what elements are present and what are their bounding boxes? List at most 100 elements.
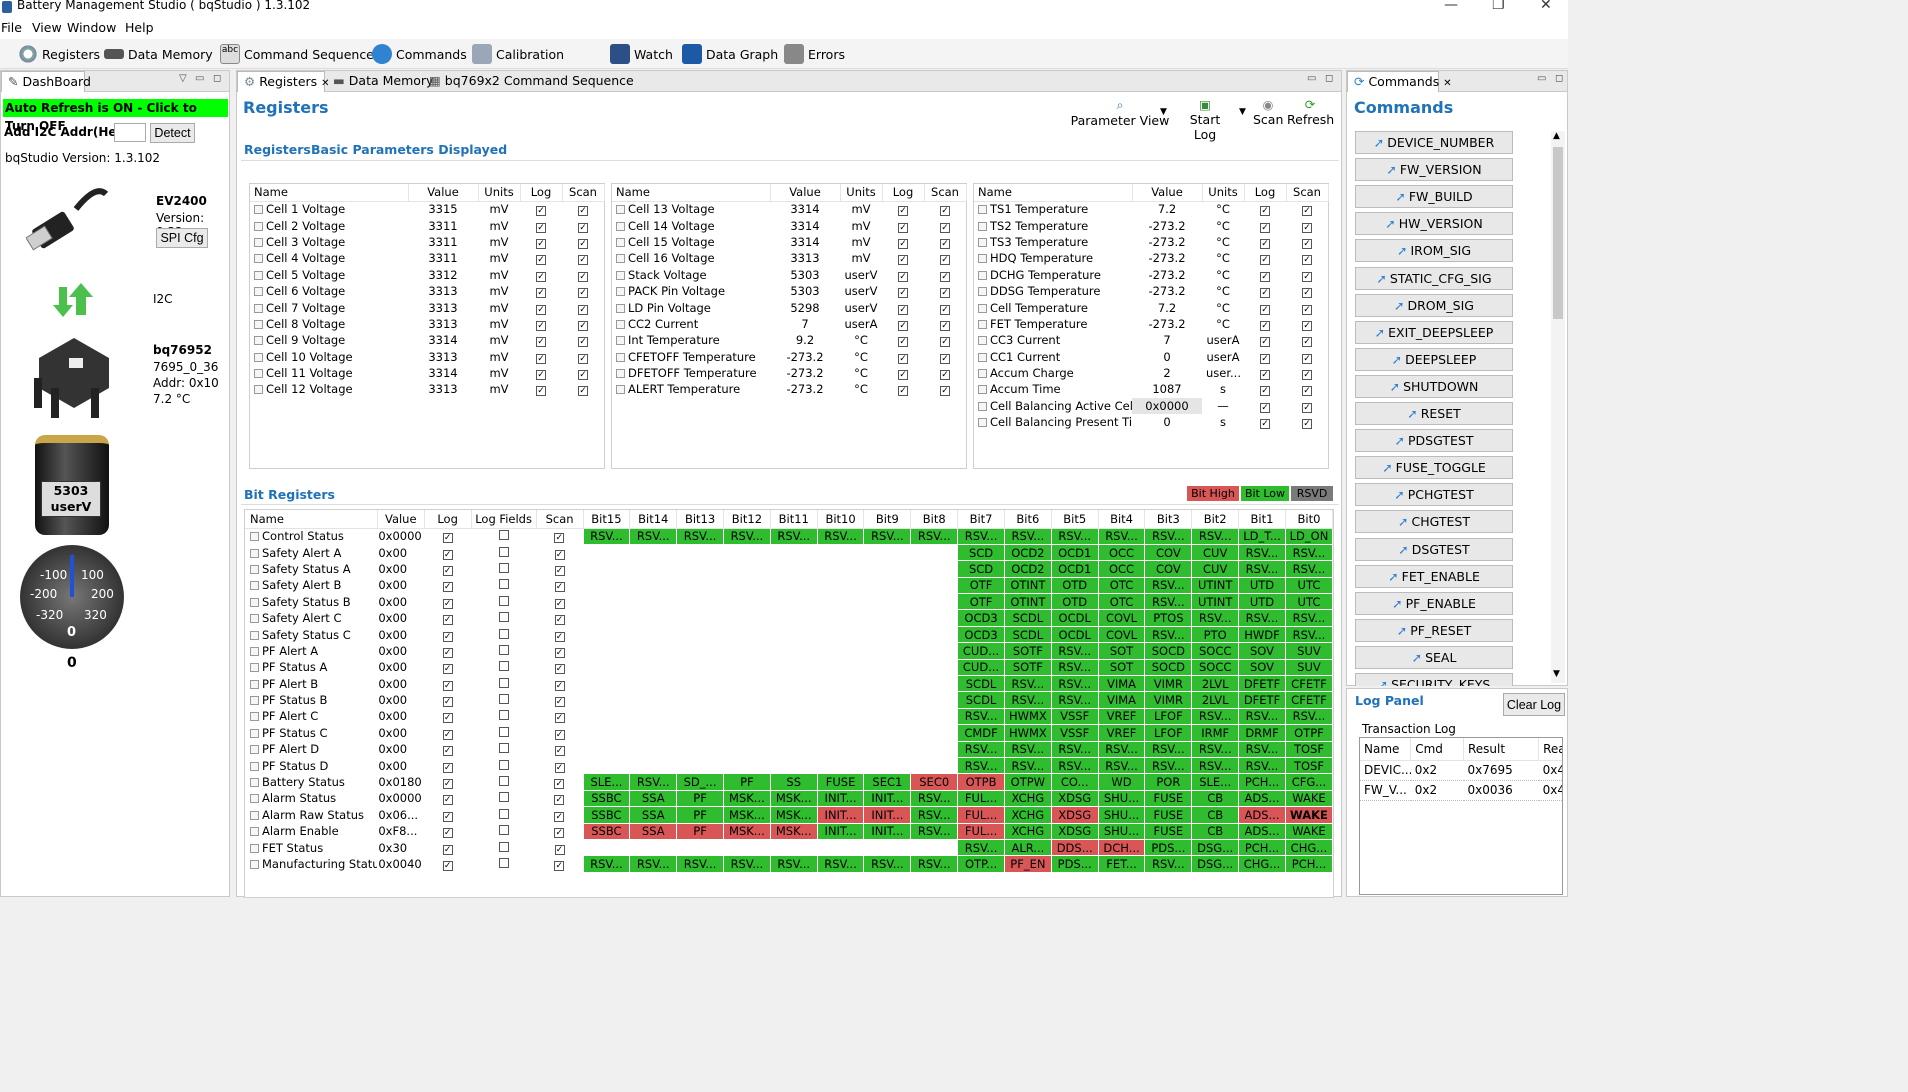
bit-cell[interactable]: SHU... (1097, 822, 1146, 840)
bit-cell[interactable]: DDS... (1050, 838, 1099, 857)
bit-cell[interactable]: DSG... (1191, 838, 1240, 857)
bit-cell[interactable]: MSK... (769, 806, 818, 824)
scan-checkbox[interactable]: ✓ (554, 746, 565, 757)
command-button-shutdown[interactable]: ➚ SHUTDOWN (1355, 374, 1513, 398)
log-checkbox[interactable]: ✓ (442, 779, 453, 790)
command-button-reset[interactable]: ➚ RESET (1355, 402, 1513, 425)
bit-cell[interactable]: PCH... (1284, 855, 1334, 873)
log-checkbox[interactable]: ✓ (442, 795, 453, 806)
bit-cell[interactable]: RSV... (769, 855, 818, 873)
log-fields-checkbox[interactable] (498, 710, 509, 721)
bit-cell[interactable]: XCHG (1003, 806, 1052, 824)
command-button-security-keys[interactable]: ➚ SECURITY_KEYS (1355, 673, 1513, 686)
bit-cell[interactable]: SS (769, 773, 818, 791)
bit-cell[interactable]: CFG... (1284, 773, 1334, 791)
bit-cell[interactable]: WAKE (1284, 789, 1334, 808)
command-button-static-cfg-sig[interactable]: ➚ STATIC_CFG_SIG (1355, 266, 1513, 290)
bit-cell[interactable]: OTPF (1284, 724, 1334, 742)
bit-cell[interactable]: WD (1097, 773, 1146, 791)
bit-cell[interactable]: LFOF (1144, 724, 1193, 742)
bit-cell[interactable]: SSA (629, 822, 678, 840)
bit-cell[interactable]: CB (1191, 789, 1240, 808)
bit-cell[interactable]: RSV... (1050, 740, 1099, 758)
bit-register-row[interactable]: PF Alert C 0x00 ✓ ✓ RSV... HWMX VSSF VREF LFOF RS… (245, 707, 1334, 726)
scan-checkbox[interactable]: ✓ (554, 861, 565, 871)
bit-cell[interactable]: INIT... (816, 789, 865, 808)
bit-cell[interactable]: SEC1 (863, 773, 912, 791)
bit-cell[interactable]: WAKE (1284, 806, 1334, 824)
bit-cell[interactable]: PF (676, 806, 724, 824)
bit-cell[interactable]: XDSG (1050, 822, 1099, 840)
bit-cell[interactable]: RSV... (1003, 756, 1052, 775)
bit-cell[interactable]: VIMR (1144, 691, 1193, 709)
bit-cell[interactable]: RSV... (629, 855, 678, 873)
bit-cell[interactable]: INIT... (863, 806, 912, 824)
bit-cell[interactable]: FUSE (1144, 789, 1193, 808)
bit-cell[interactable]: DFETF (1238, 691, 1286, 709)
bit-cell[interactable]: VSSF (1050, 724, 1099, 742)
bit-cell[interactable]: ADS... (1238, 789, 1286, 808)
log-checkbox[interactable]: ✓ (442, 746, 453, 757)
bit-cell[interactable]: RSV... (957, 740, 1005, 758)
bit-cell[interactable]: RSV... (910, 789, 959, 808)
bit-cell[interactable]: CB (1191, 806, 1240, 824)
log-fields-checkbox[interactable] (498, 858, 509, 868)
log-checkbox[interactable]: ✓ (442, 697, 453, 708)
clear-log-button[interactable]: Clear Log (1503, 693, 1565, 716)
bit-register-row[interactable]: Alarm Status 0x0000 ✓ ✓ SSBC SSA PF MSK... MSK..… (245, 789, 1334, 808)
log-fields-checkbox[interactable] (498, 726, 509, 737)
bit-cell[interactable]: INIT... (816, 822, 865, 840)
log-fields-checkbox[interactable] (498, 776, 509, 787)
bit-cell[interactable]: SCDL (957, 691, 1005, 709)
bit-cell[interactable]: VREF (1097, 724, 1146, 742)
bit-cell[interactable]: XCHG (1003, 789, 1052, 808)
bit-cell[interactable]: POR (1144, 773, 1193, 791)
bit-cell[interactable]: RSV... (676, 855, 724, 873)
bit-cell[interactable]: SSA (629, 806, 678, 824)
bit-cell[interactable]: SSBC (582, 806, 631, 824)
bit-cell[interactable]: RSV... (957, 756, 1005, 775)
log-col-name[interactable]: Name (1360, 738, 1412, 761)
scan-checkbox[interactable]: ✓ (554, 729, 565, 740)
bit-register-row[interactable]: Alarm Raw Status 0x06... ✓ ✓ SSBC SSA PF MSK...… (245, 806, 1334, 824)
bit-cell[interactable]: PF_EN (1003, 855, 1052, 873)
command-button-fw-version[interactable]: ➚ FW_VERSION (1355, 158, 1513, 182)
command-button-drom-sig[interactable]: ➚ DROM_SIG (1355, 293, 1513, 317)
bit-cell[interactable]: SLE... (582, 773, 631, 791)
log-fields-checkbox[interactable] (498, 841, 509, 852)
bit-register-row[interactable]: Battery Status 0x0180 ✓ ✓ SLE... RSV... SD_...… (245, 773, 1334, 791)
bit-cell[interactable]: WAKE (1284, 822, 1334, 840)
command-button-irom-sig[interactable]: ➚ IROM_SIG (1355, 239, 1513, 263)
bit-cell[interactable]: FET... (1097, 855, 1146, 873)
command-button-exit-deepsleep[interactable]: ➚ EXIT_DEEPSLEEP (1355, 320, 1513, 344)
bit-cell[interactable]: DCH... (1097, 838, 1146, 857)
bit-cell[interactable]: PF (676, 789, 724, 808)
bit-cell[interactable]: ADS... (1238, 822, 1286, 840)
bit-cell[interactable]: FUSE (1144, 806, 1193, 824)
log-checkbox[interactable]: ✓ (442, 729, 453, 740)
bit-cell[interactable]: RSV... (1050, 691, 1099, 709)
log-fields-checkbox[interactable] (498, 694, 509, 705)
log-col-cmd[interactable]: Cmd (1410, 738, 1464, 761)
bit-cell[interactable]: CHG... (1238, 855, 1286, 873)
bit-cell[interactable]: RSV... (863, 855, 912, 873)
bit-cell[interactable]: VREF (1097, 707, 1146, 726)
command-button-hw-version[interactable]: ➚ HW_VERSION (1355, 212, 1513, 236)
bit-cell[interactable]: PF (722, 773, 771, 791)
bit-cell[interactable]: SHU... (1097, 789, 1146, 808)
bit-cell[interactable]: TOSF (1284, 756, 1334, 775)
bit-cell[interactable]: PDS... (1050, 855, 1099, 873)
scan-checkbox[interactable]: ✓ (554, 713, 565, 724)
bit-cell[interactable]: DRMF (1238, 724, 1286, 742)
command-button-fet-enable[interactable]: ➚ FET_ENABLE (1355, 564, 1513, 588)
bit-cell[interactable]: SSA (629, 789, 678, 808)
bit-cell[interactable]: XDSG (1050, 806, 1099, 824)
log-checkbox[interactable]: ✓ (442, 762, 453, 773)
bit-cell[interactable]: RSV... (910, 855, 959, 873)
bit-cell[interactable]: XDSG (1050, 789, 1099, 808)
bit-cell[interactable]: CMDF (957, 724, 1005, 742)
bit-cell[interactable]: RSV... (1097, 740, 1146, 758)
bit-cell[interactable]: CB (1191, 822, 1240, 840)
log-checkbox[interactable]: ✓ (442, 861, 453, 871)
bit-cell[interactable]: OTPW (1003, 773, 1052, 791)
